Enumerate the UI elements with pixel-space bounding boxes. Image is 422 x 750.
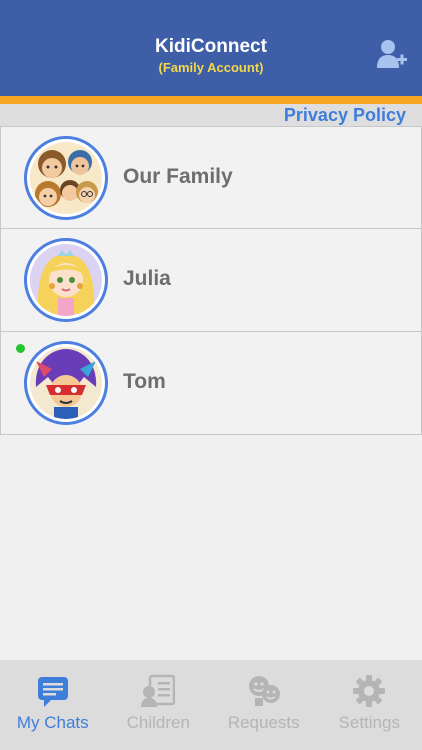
tab-my-chats[interactable]: My Chats <box>0 660 106 750</box>
tab-children[interactable]: Children <box>106 660 212 750</box>
tab-settings[interactable]: Settings <box>317 660 422 750</box>
gear-icon <box>353 675 386 707</box>
superhero-avatar-icon <box>30 347 102 419</box>
chat-bubble-icon <box>37 677 68 707</box>
tab-requests[interactable]: Requests <box>211 660 317 750</box>
app-title: KidiConnect <box>155 36 267 57</box>
privacy-bar: Privacy Policy <box>0 104 422 126</box>
avatar <box>24 238 108 322</box>
tab-label: My Chats <box>16 713 89 732</box>
app-header: KidiConnect (Family Account) <box>0 0 422 96</box>
children-list-icon <box>141 674 176 707</box>
tab-label: Requests <box>227 713 300 732</box>
princess-avatar-icon <box>30 244 102 316</box>
avatar <box>24 136 108 220</box>
chat-name: Our Family <box>123 165 233 188</box>
bottom-tab-bar: My Chats Children Requests Settings <box>0 660 422 750</box>
tab-label: Children <box>126 713 190 732</box>
chat-list: Our Family Julia Tom <box>0 126 422 435</box>
online-status-dot <box>16 344 25 353</box>
family-group-avatar-icon <box>30 142 102 214</box>
chat-row-our-family[interactable]: Our Family <box>0 126 422 229</box>
requests-faces-icon <box>248 676 280 706</box>
chat-row-julia[interactable]: Julia <box>0 229 422 332</box>
header-stripe <box>0 96 422 104</box>
privacy-policy-link[interactable]: Privacy Policy <box>284 105 406 126</box>
chat-name: Julia <box>123 267 171 290</box>
chat-row-tom[interactable]: Tom <box>0 332 422 435</box>
account-type-label: (Family Account) <box>158 60 264 75</box>
chat-name: Tom <box>123 370 166 393</box>
avatar <box>24 341 108 425</box>
add-user-icon[interactable] <box>376 38 408 70</box>
tab-label: Settings <box>338 713 400 732</box>
